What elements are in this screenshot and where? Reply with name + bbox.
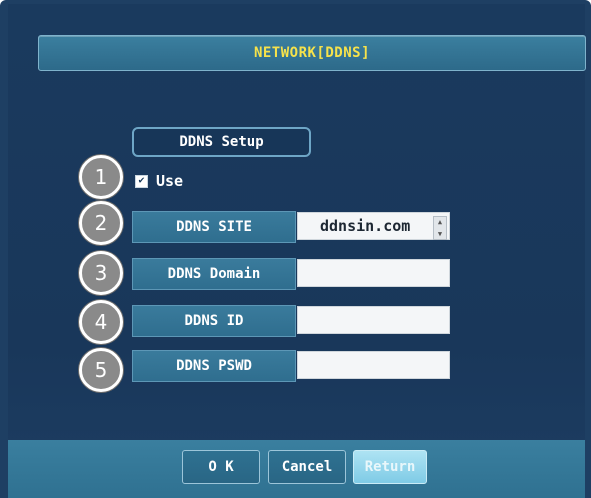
ddns-site-select[interactable]: ddnsin.com ▲ ▼	[297, 212, 450, 240]
cancel-button[interactable]: Cancel	[268, 450, 346, 484]
use-checkbox[interactable]: ✔	[135, 174, 148, 188]
spinner-up-icon[interactable]: ▲	[438, 217, 442, 227]
ddns-domain-input[interactable]	[297, 259, 450, 287]
ddns-id-label: DDNS ID	[132, 305, 296, 337]
ddns-pswd-input[interactable]	[297, 351, 450, 379]
ok-button[interactable]: O K	[182, 450, 260, 484]
title-bar: NETWORK[DDNS]	[38, 35, 586, 71]
return-button[interactable]: Return	[353, 450, 427, 484]
ddns-domain-label: DDNS Domain	[132, 258, 296, 290]
callout-badge-4: 4	[79, 300, 123, 344]
ddns-pswd-label: DDNS PSWD	[132, 350, 296, 382]
ddns-site-value: ddnsin.com	[320, 217, 411, 235]
site-spinner[interactable]: ▲ ▼	[433, 216, 447, 240]
ddns-site-label: DDNS SITE	[132, 211, 296, 243]
callout-badge-3: 3	[79, 251, 123, 295]
dvr-screen	[8, 4, 585, 494]
callout-badge-5: 5	[79, 348, 123, 392]
use-row: ✔ Use	[135, 172, 183, 190]
section-label-text: DDNS Setup	[179, 134, 264, 150]
callout-badge-1: 1	[79, 155, 123, 199]
checkmark-icon: ✔	[138, 175, 145, 186]
ddns-id-input[interactable]	[297, 306, 450, 334]
spinner-down-icon[interactable]: ▼	[438, 229, 442, 239]
page-title: NETWORK[DDNS]	[253, 45, 371, 61]
callout-badge-2: 2	[79, 201, 123, 245]
use-label: Use	[156, 172, 184, 190]
ddns-setup-label: DDNS Setup	[132, 127, 311, 157]
